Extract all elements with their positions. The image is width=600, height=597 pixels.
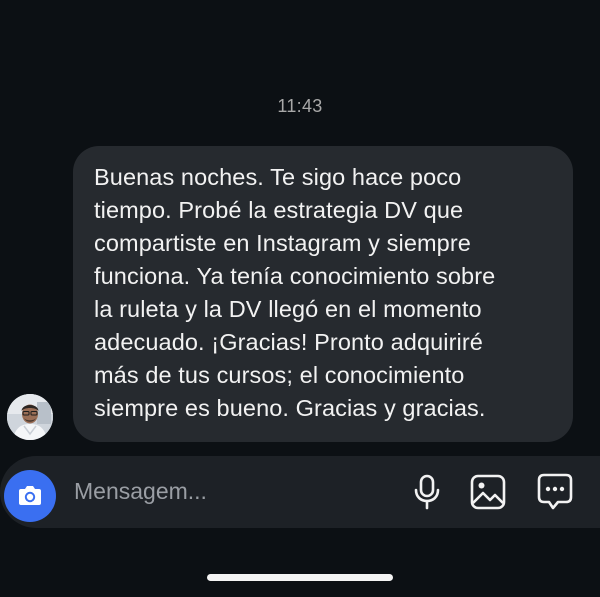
user-avatar-icon xyxy=(7,394,53,440)
message-line: más de tus cursos; el conocimiento xyxy=(94,362,465,388)
sender-avatar[interactable] xyxy=(7,394,53,440)
image-icon xyxy=(470,474,506,510)
sticker-button[interactable] xyxy=(535,472,575,512)
message-line: siempre es bueno. Gracias y gracias. xyxy=(94,395,486,421)
message-timestamp: 11:43 xyxy=(277,96,323,116)
message-line: funciona. Ya tenía conocimiento sobre xyxy=(94,263,496,289)
microphone-icon xyxy=(414,474,440,510)
camera-button[interactable] xyxy=(4,470,56,522)
message-line: adecuado. ¡Gracias! Pronto adquiriré xyxy=(94,329,483,355)
message-line: compartiste en Instagram y siempre xyxy=(94,230,471,256)
camera-icon xyxy=(19,486,41,505)
gallery-button[interactable] xyxy=(468,472,508,512)
message-line: Buenas noches. Te sigo hace poco xyxy=(94,164,462,190)
message-bubble[interactable]: Buenas noches. Te sigo hace poco tiempo.… xyxy=(73,146,573,442)
message-line: la ruleta y la DV llegó en el momento xyxy=(94,296,482,322)
sticker-icon xyxy=(537,473,573,510)
message-composer: Mensagem... xyxy=(0,456,600,528)
message-line: tiempo. Probé la estrategia DV que xyxy=(94,197,464,223)
home-indicator[interactable] xyxy=(207,574,393,581)
message-input[interactable]: Mensagem... xyxy=(74,478,207,505)
microphone-button[interactable] xyxy=(407,472,447,512)
